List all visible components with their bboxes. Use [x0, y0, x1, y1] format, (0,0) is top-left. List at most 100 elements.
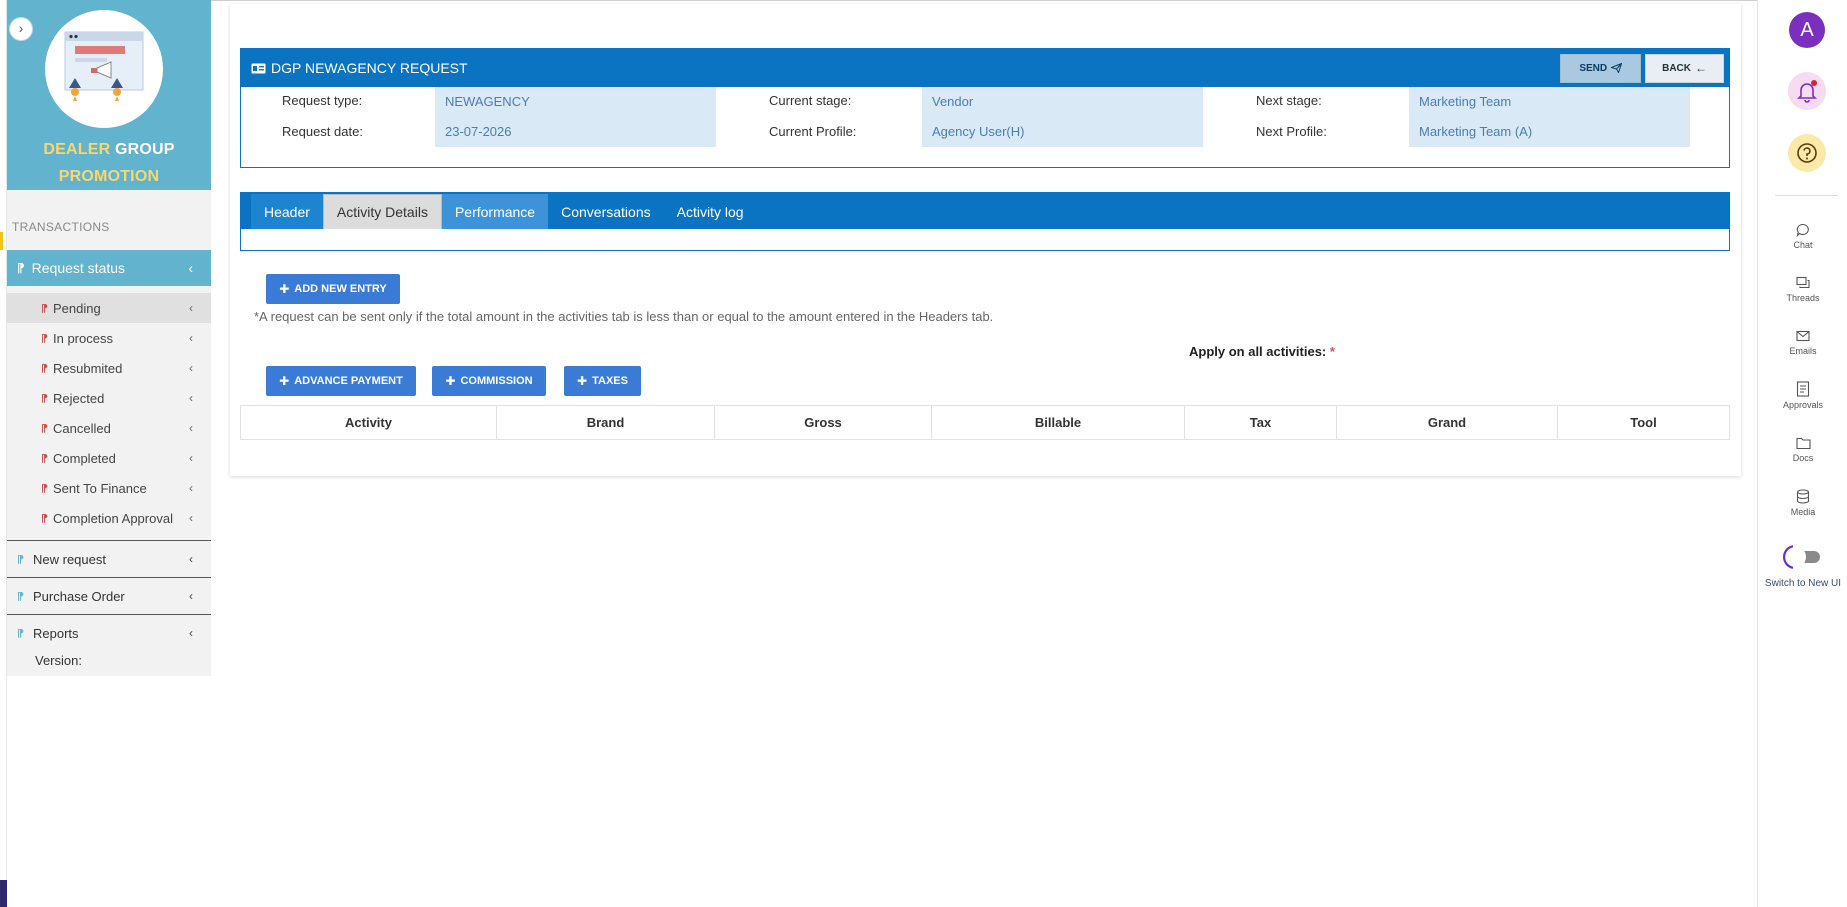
rail-emails[interactable]: Emails — [1758, 329, 1847, 356]
back-label: BACK — [1662, 62, 1691, 74]
sub-item-label: Pending — [53, 300, 101, 316]
next-stage-value: Marketing Team — [1409, 87, 1690, 117]
tab-bar: Header Activity Details Performance Conv… — [241, 193, 1729, 229]
nav-label: Request status — [31, 260, 126, 276]
status-sub-list: ⁋ Pending ‹ ⁋ In process ‹ ⁋ Resubmited … — [7, 286, 211, 533]
plus-icon: ✚ — [445, 374, 456, 388]
threads-icon — [1796, 276, 1810, 289]
database-icon — [1796, 489, 1810, 504]
user-avatar[interactable]: A — [1789, 12, 1825, 48]
chevron-left-icon: ‹ — [189, 552, 193, 566]
column-header[interactable]: Billable — [931, 405, 1185, 440]
column-header[interactable]: Activity — [240, 405, 497, 440]
request-fields: Request type: NEWAGENCY Request date: 23… — [241, 87, 1729, 167]
tabs-panel: Header Activity Details Performance Conv… — [240, 192, 1730, 251]
activities-table: Activity Brand Gross Billable Tax Grand … — [240, 405, 1730, 440]
sub-item-label: Sent To Finance — [53, 480, 147, 496]
flag-icon: ⁋ — [17, 553, 24, 566]
edge-accent — [0, 880, 7, 907]
request-panel: DGP NEWAGENCY REQUEST SEND BACK ← Reques… — [240, 48, 1730, 168]
switch-ui-label: Switch to New UI — [1764, 578, 1842, 589]
column-header[interactable]: Tool — [1557, 405, 1730, 440]
rail-item-label: Approvals — [1782, 400, 1824, 410]
sub-item-pending[interactable]: ⁋ Pending ‹ — [7, 293, 211, 323]
nav-purchase-order[interactable]: ⁋ Purchase Order ‹ — [7, 577, 211, 614]
next-profile-value: Marketing Team (A) — [1409, 117, 1690, 147]
sidebar-toggle-button[interactable]: › — [9, 17, 33, 41]
advance-payment-button[interactable]: ✚ ADVANCE PAYMENT — [266, 366, 416, 396]
sub-item-resubmited[interactable]: ⁋ Resubmited ‹ — [7, 353, 211, 383]
help-button[interactable] — [1788, 134, 1826, 172]
next-stage-label: Next stage: — [1256, 93, 1322, 108]
rail-chat[interactable]: Chat — [1758, 223, 1847, 250]
sub-item-label: Completed — [53, 450, 116, 466]
flag-icon: ⁋ — [41, 302, 48, 315]
notifications-button[interactable] — [1788, 72, 1826, 110]
plus-icon: ✚ — [577, 374, 588, 388]
add-new-entry-button[interactable]: ✚ ADD NEW ENTRY — [266, 274, 400, 304]
sub-item-label: Completion Approval — [53, 510, 173, 526]
rail-approvals[interactable]: Approvals — [1758, 381, 1847, 410]
request-actions: SEND BACK ← — [1560, 53, 1724, 83]
sub-item-cancelled[interactable]: ⁋ Cancelled ‹ — [7, 413, 211, 443]
send-label: SEND — [1579, 62, 1608, 74]
rail-item-label: Docs — [1792, 453, 1814, 463]
request-header: DGP NEWAGENCY REQUEST SEND BACK ← — [241, 49, 1729, 87]
rail-docs[interactable]: Docs — [1758, 436, 1847, 463]
tab-conversations[interactable]: Conversations — [548, 194, 664, 229]
rail-threads[interactable]: Threads — [1758, 276, 1847, 303]
chevron-left-icon: ‹ — [189, 361, 193, 375]
chevron-left-icon: ‹ — [189, 331, 193, 345]
column-header[interactable]: Tax — [1184, 405, 1337, 440]
question-icon — [1797, 143, 1817, 163]
chevron-left-icon: ‹ — [189, 301, 193, 315]
button-label: COMMISSION — [460, 375, 533, 387]
chevron-left-icon: ‹ — [189, 421, 193, 435]
chat-icon — [1796, 223, 1809, 237]
chevron-left-icon: ‹ — [189, 391, 193, 405]
tab-header[interactable]: Header — [251, 194, 323, 229]
button-label: ADD NEW ENTRY — [294, 283, 387, 295]
chevron-left-icon: ‹ — [189, 626, 193, 640]
flag-icon: ⁋ — [41, 422, 48, 435]
arrow-left-icon: ← — [1695, 61, 1707, 75]
commission-button[interactable]: ✚ COMMISSION — [432, 366, 546, 396]
send-button[interactable]: SEND — [1560, 53, 1642, 83]
column-header[interactable]: Brand — [496, 405, 715, 440]
plus-icon: ✚ — [279, 282, 290, 296]
tab-performance[interactable]: Performance — [441, 194, 549, 229]
version-label: Version: — [35, 653, 82, 668]
brand-logo — [45, 10, 163, 128]
apply-label-text: Apply on all activities: — [1189, 344, 1327, 359]
column-header[interactable]: Grand — [1336, 405, 1558, 440]
nav-new-request[interactable]: ⁋ New request ‹ — [7, 540, 211, 577]
app: › DEALER GROUP PROMOTION TRANSACTIONS ⁋ … — [0, 0, 1847, 907]
button-label: TAXES — [592, 375, 628, 387]
rail-media[interactable]: Media — [1758, 489, 1847, 517]
current-stage-value: Vendor — [922, 87, 1203, 117]
plus-icon: ✚ — [279, 374, 290, 388]
nav-reports[interactable]: ⁋ Reports ‹ — [7, 614, 211, 651]
brand-name-part: GROUP — [114, 141, 175, 158]
brand-name-part: DEALER — [43, 141, 111, 158]
nav-label: Reports — [33, 625, 79, 641]
tab-activity-log[interactable]: Activity log — [664, 194, 757, 229]
flag-icon: ⁋ — [17, 627, 24, 640]
tab-activity-details[interactable]: Activity Details — [322, 194, 442, 229]
flag-icon: ⁋ — [41, 452, 48, 465]
flag-icon: ⁋ — [41, 332, 48, 345]
sub-item-sent-to-finance[interactable]: ⁋ Sent To Finance ‹ — [7, 473, 211, 503]
flag-icon: ⁋ — [41, 362, 48, 375]
column-header[interactable]: Gross — [714, 405, 932, 440]
sub-item-completion-approval[interactable]: ⁋ Completion Approval ‹ — [7, 503, 211, 533]
back-button[interactable]: BACK ← — [1645, 53, 1724, 83]
taxes-button[interactable]: ✚ TAXES — [564, 366, 641, 396]
flag-icon: ⁋ — [17, 590, 24, 603]
nav-request-status[interactable]: ⁋ Request status ‹ — [7, 250, 211, 286]
new-ui-toggle[interactable] — [1780, 544, 1822, 570]
sub-item-rejected[interactable]: ⁋ Rejected ‹ — [7, 383, 211, 413]
sub-item-completed[interactable]: ⁋ Completed ‹ — [7, 443, 211, 473]
current-stage-label: Current stage: — [769, 93, 852, 108]
nav-label: New request — [33, 551, 106, 567]
sub-item-in-process[interactable]: ⁋ In process ‹ — [7, 323, 211, 353]
